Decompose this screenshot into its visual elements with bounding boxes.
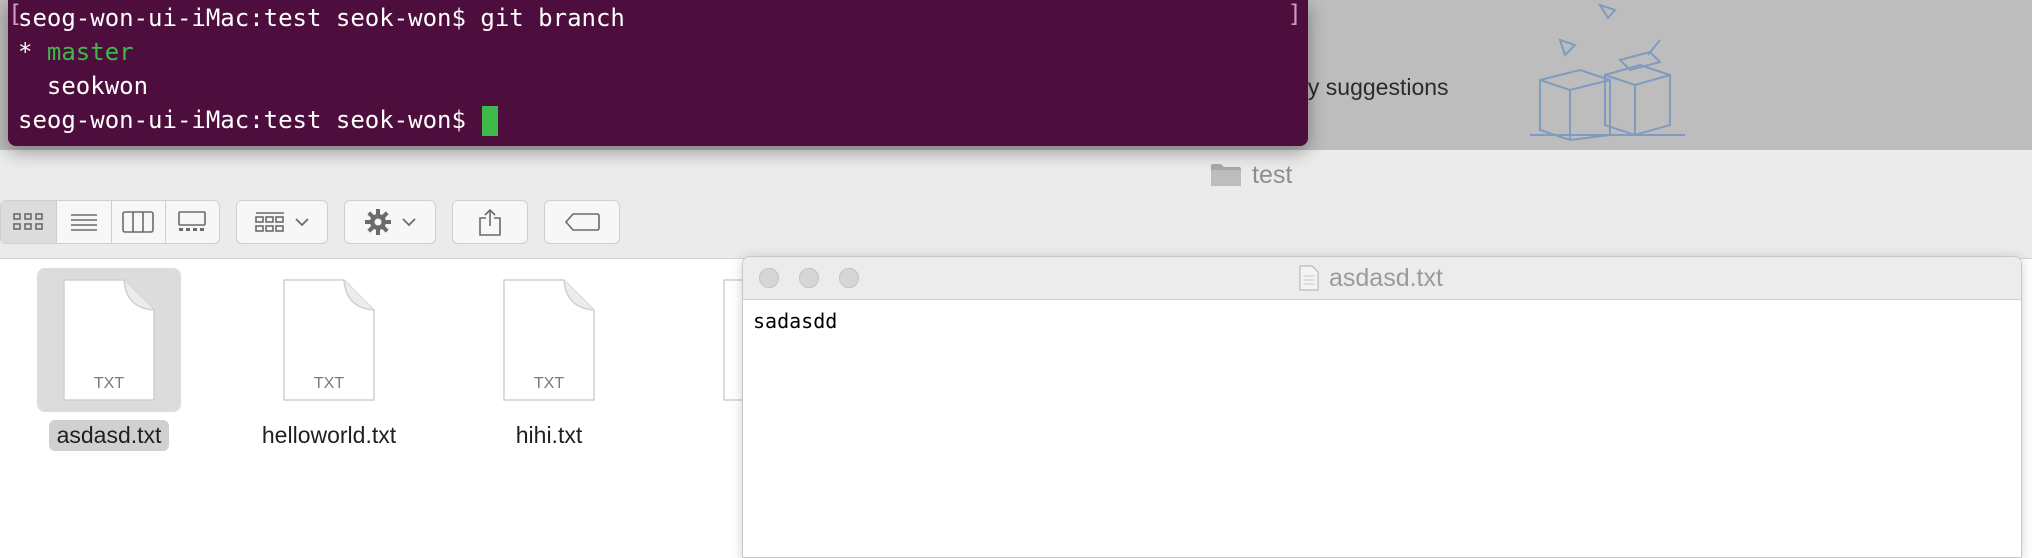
icon-view-icon: [13, 213, 44, 230]
terminal-cursor: [482, 106, 499, 136]
textedit-title-label: asdasd.txt: [1329, 263, 1443, 292]
terminal-command-line: seog-won-ui-iMac:test seok-won$ git bran…: [18, 4, 625, 32]
textedit-title: asdasd.txt: [1299, 263, 1443, 293]
background-suggestions-text: dly suggestions: [1290, 74, 1449, 100]
file-item-asdasd[interactable]: TXT asdasd.txt: [34, 268, 184, 451]
terminal-branch-line-current: * master: [18, 36, 134, 68]
chevron-down-icon: [402, 218, 416, 227]
file-thumbnail: TXT: [257, 268, 401, 412]
finder-title: test: [1210, 160, 1292, 190]
action-menu-button[interactable]: [344, 200, 436, 244]
file-ext-label: TXT: [314, 375, 344, 392]
file-thumbnail: TXT: [477, 268, 621, 412]
share-icon: [479, 208, 501, 236]
text-editor-area[interactable]: sadasdd: [753, 309, 837, 333]
branch-current: master: [46, 38, 134, 66]
folder-icon: [1211, 164, 1241, 186]
finder-title-label: test: [1252, 160, 1293, 189]
boxes-illustration-icon: [1530, 3, 1685, 142]
finder-toolbar: test: [0, 150, 2032, 259]
terminal-prompt: seog-won-ui-iMac:test seok-won$: [18, 106, 481, 134]
textedit-titlebar[interactable]: asdasd.txt: [743, 257, 2021, 300]
minimize-button[interactable]: [799, 268, 819, 288]
text-document-icon: TXT: [63, 279, 155, 401]
terminal-prompt-line: seog-won-ui-iMac:test seok-won$: [18, 104, 499, 136]
file-thumbnail: TXT: [37, 268, 181, 412]
chevron-down-icon: [295, 218, 309, 227]
document-icon: [1299, 265, 1319, 291]
terminal-bracket-right: ]: [1287, 0, 1302, 28]
column-view-button[interactable]: [112, 201, 166, 243]
list-view-button[interactable]: [57, 201, 112, 243]
tag-icon: [564, 213, 600, 231]
file-name: asdasd.txt: [48, 420, 170, 451]
group-by-button[interactable]: [236, 200, 328, 244]
gallery-view-icon: [178, 211, 207, 231]
share-button[interactable]: [452, 200, 528, 244]
file-ext-label: TXT: [94, 375, 124, 392]
zoom-button[interactable]: [839, 268, 859, 288]
text-document-icon: TXT: [503, 279, 595, 401]
view-mode-control: [0, 200, 220, 244]
text-document-icon: TXT: [283, 279, 375, 401]
file-name: hihi.txt: [515, 422, 583, 448]
close-button[interactable]: [759, 268, 779, 288]
terminal-branch-line-other: seokwon: [18, 72, 149, 100]
group-by-icon: [255, 212, 284, 232]
gallery-view-button[interactable]: [166, 201, 220, 243]
file-item-helloworld[interactable]: TXT helloworld.txt: [254, 268, 404, 451]
file-ext-label: TXT: [534, 375, 564, 392]
column-view-icon: [122, 211, 155, 233]
tag-button[interactable]: [544, 200, 620, 244]
list-view-icon: [70, 214, 97, 231]
terminal-window[interactable]: [ ] seog-won-ui-iMac:test seok-won$ git …: [8, 0, 1308, 146]
branch-marker: *: [18, 38, 47, 66]
file-name: helloworld.txt: [261, 422, 397, 448]
file-item-hihi[interactable]: TXT hihi.txt: [474, 268, 624, 451]
gear-icon: [365, 209, 391, 235]
icon-view-button[interactable]: [1, 201, 57, 243]
textedit-window: asdasd.txt sadasdd: [742, 256, 2022, 558]
